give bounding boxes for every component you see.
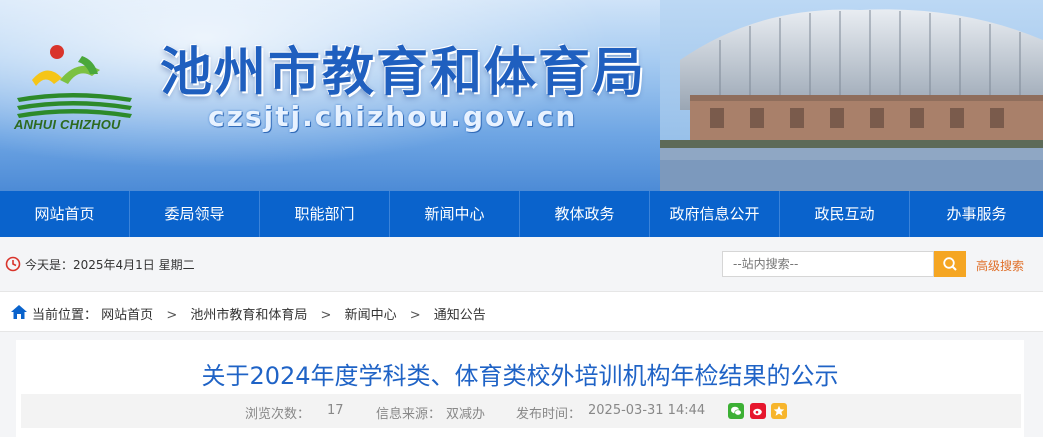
site-title[interactable]: 池州市教育和体育局	[160, 30, 646, 105]
source-value: 双减办	[446, 407, 486, 422]
nav-item-services[interactable]: 办事服务	[910, 191, 1043, 237]
breadcrumb: 当前位置： 网站首页 > 池州市教育和体育局 > 新闻中心 > 通知公告	[0, 291, 1043, 332]
wechat-share-button[interactable]	[728, 403, 744, 419]
current-date: 今天是：2025年4月1日 星期二	[25, 258, 195, 272]
breadcrumb-bureau[interactable]: 池州市教育和体育局	[190, 308, 307, 323]
nav-item-departments[interactable]: 职能部门	[260, 191, 390, 237]
breadcrumb-news[interactable]: 新闻中心	[345, 308, 397, 323]
logo-caption: ANHUI CHIZHOU	[14, 117, 121, 132]
views-count: 17	[327, 403, 344, 418]
nav-item-leadership[interactable]: 委局领导	[130, 191, 260, 237]
breadcrumb-notices[interactable]: 通知公告	[434, 308, 486, 323]
qzone-share-button[interactable]	[771, 403, 787, 419]
nav-item-affairs[interactable]: 教体政务	[520, 191, 650, 237]
weibo-icon	[753, 408, 762, 416]
article-meta: 浏览次数： 17 信息来源： 双减办 发布时间： 2025-03-31 14:4…	[21, 394, 1021, 428]
publish-date-label: 发布时间：	[516, 407, 582, 422]
breadcrumb-trail: 当前位置： 网站首页 > 池州市教育和体育局 > 新闻中心 > 通知公告	[32, 304, 486, 323]
header-banner: ANHUI CHIZHOU 池州市教育和体育局 czsjtj.chizhou.g…	[0, 0, 1043, 191]
nav-item-news[interactable]: 新闻中心	[390, 191, 520, 237]
views-label: 浏览次数：	[245, 407, 311, 422]
breadcrumb-separator: >	[320, 308, 332, 323]
publish-date: 2025-03-31 14:44	[588, 403, 706, 418]
breadcrumb-home[interactable]: 网站首页	[101, 308, 153, 323]
stadium-image	[660, 0, 1043, 191]
nav-item-home[interactable]: 网站首页	[0, 191, 130, 237]
source-label: 信息来源：	[376, 407, 442, 422]
main-nav: 网站首页 委局领导 职能部门 新闻中心 教体政务 政府信息公开 政民互动 办事服…	[0, 191, 1043, 237]
breadcrumb-separator: >	[409, 308, 421, 323]
breadcrumb-label: 当前位置：	[32, 308, 98, 323]
clock-icon	[5, 256, 21, 272]
utility-bar: 今天是：2025年4月1日 星期二 高级搜索	[0, 237, 1043, 291]
nav-item-interaction[interactable]: 政民互动	[780, 191, 910, 237]
qzone-icon	[773, 405, 785, 416]
article-title: 关于2024年度学科类、体育类校外培训机构年检结果的公示	[201, 362, 839, 390]
nav-item-info-disclosure[interactable]: 政府信息公开	[650, 191, 780, 237]
breadcrumb-separator: >	[166, 308, 178, 323]
home-icon	[11, 305, 27, 319]
article-panel: 关于2024年度学科类、体育类校外培训机构年检结果的公示 浏览次数： 17 信息…	[16, 340, 1024, 437]
search-icon	[943, 257, 957, 271]
wechat-icon	[731, 406, 742, 416]
weibo-share-button[interactable]	[750, 403, 766, 419]
site-url: czsjtj.chizhou.gov.cn	[208, 100, 578, 133]
search-button[interactable]	[934, 251, 966, 277]
advanced-search-link[interactable]: 高级搜索	[976, 257, 1024, 274]
site-search-input[interactable]	[722, 251, 934, 277]
